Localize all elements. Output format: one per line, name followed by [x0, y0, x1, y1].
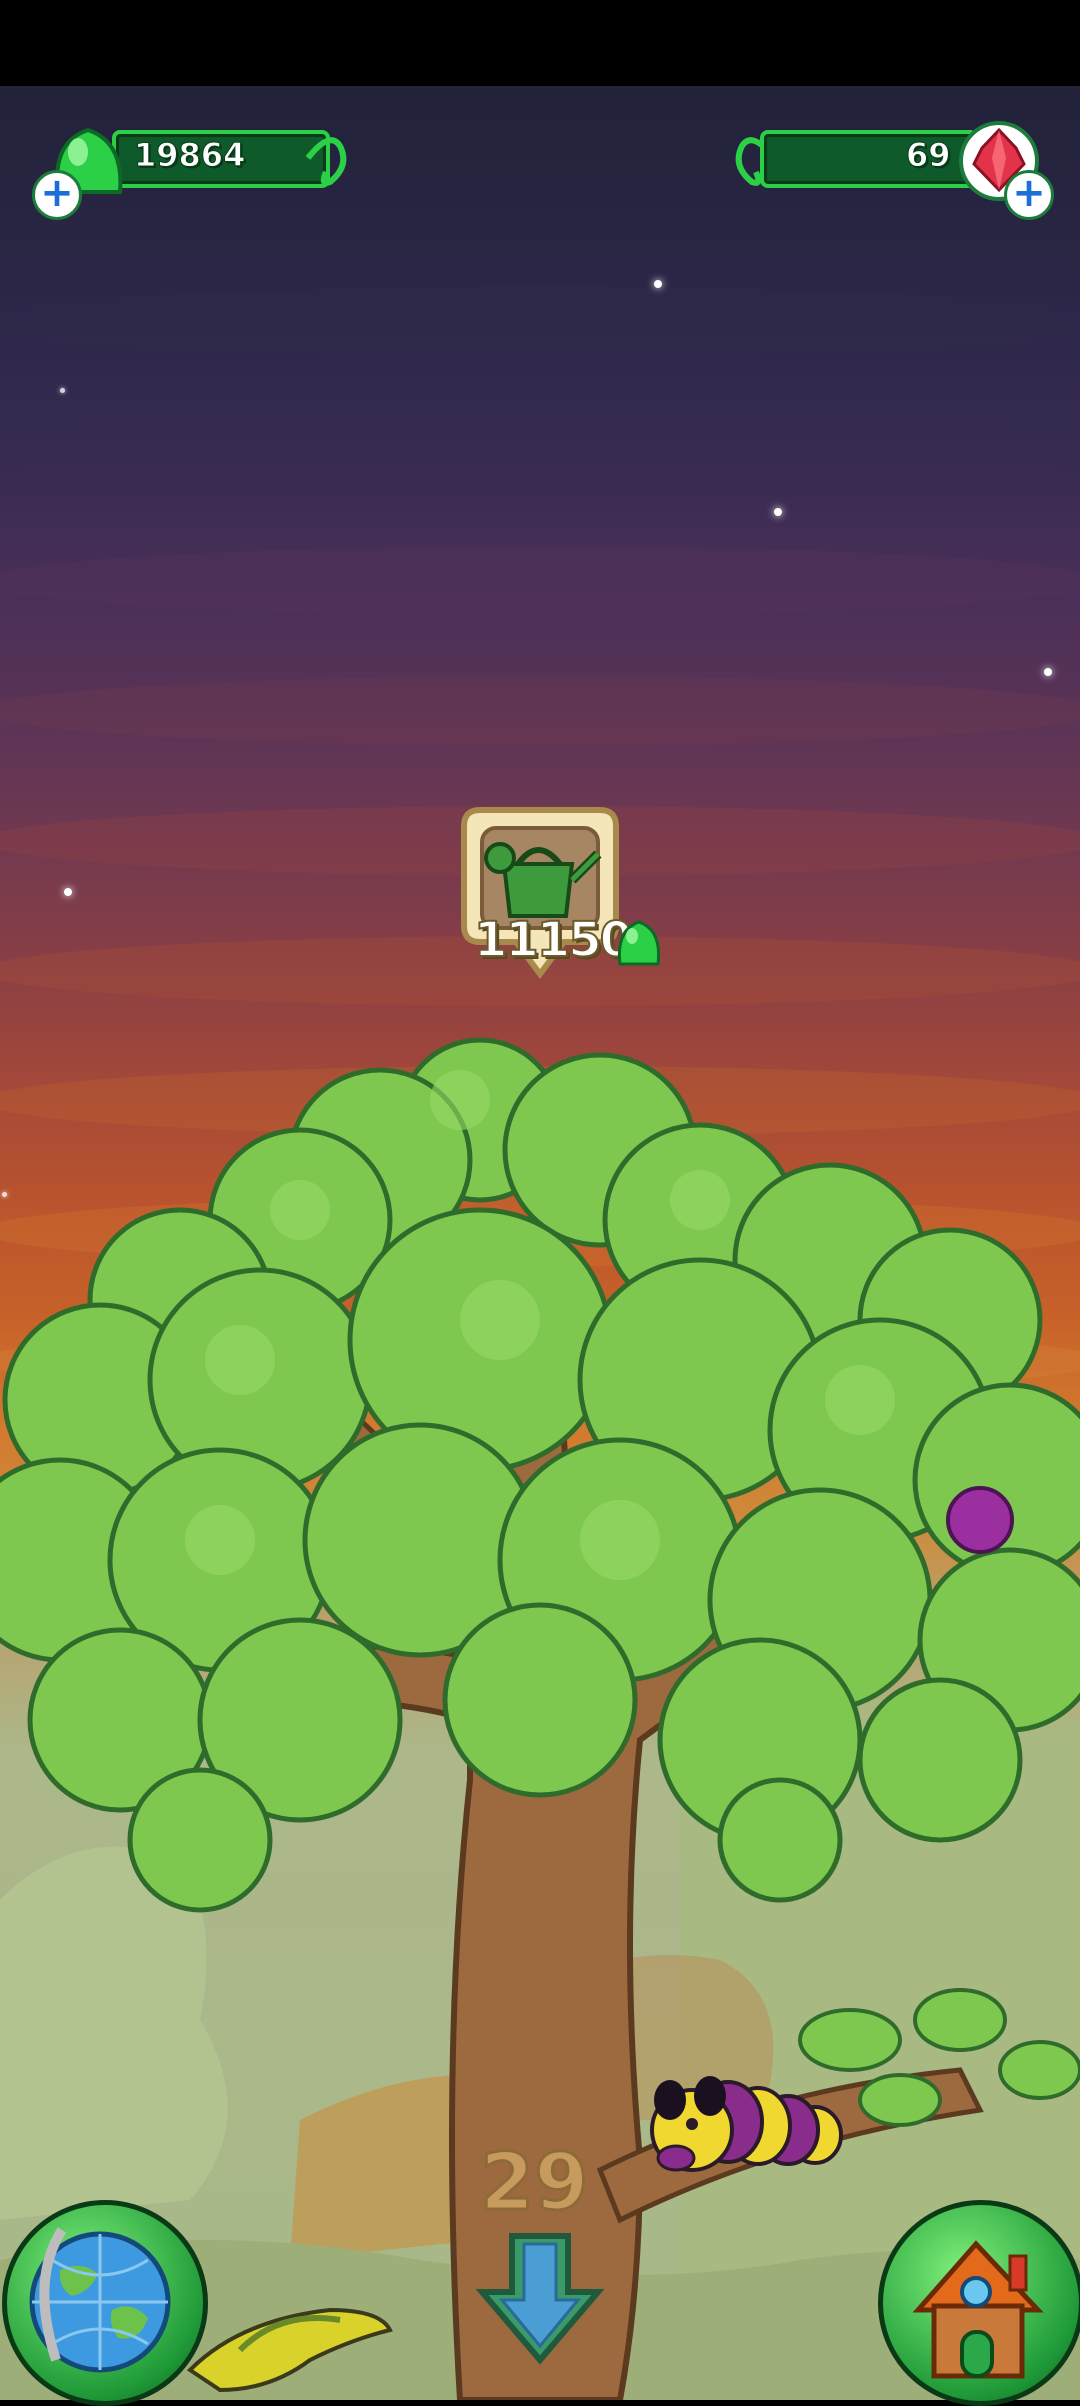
- caterpillar-character[interactable]: [640, 2060, 850, 2190]
- tree-foliage: [0, 1037, 1080, 1913]
- bird-decoration: [186, 2307, 393, 2393]
- plus-icon: +: [40, 170, 74, 216]
- house-icon: [912, 2240, 1044, 2379]
- world-map-button[interactable]: [2, 2200, 208, 2406]
- gem-count: 69: [906, 136, 952, 175]
- star: [774, 508, 782, 516]
- status-bar: [0, 0, 1080, 86]
- add-jelly-button[interactable]: +: [32, 170, 82, 220]
- scroll-down-button[interactable]: [470, 2230, 610, 2370]
- star: [64, 888, 72, 896]
- globe-icon: [29, 2227, 171, 2373]
- berry: [946, 1486, 1014, 1554]
- star: [60, 388, 65, 393]
- upgrade-cost: 11150: [473, 911, 634, 969]
- star: [1044, 668, 1052, 676]
- level-number: 29: [479, 2137, 591, 2230]
- add-gems-button[interactable]: +: [1004, 170, 1054, 220]
- jelly-icon: [617, 920, 661, 966]
- plus-icon: +: [1012, 170, 1046, 216]
- home-button[interactable]: [878, 2200, 1080, 2406]
- vine-ornament-icon: [305, 137, 347, 186]
- down-arrow-icon: [475, 2233, 605, 2365]
- star: [654, 280, 662, 288]
- jelly-count: 19864: [133, 136, 246, 175]
